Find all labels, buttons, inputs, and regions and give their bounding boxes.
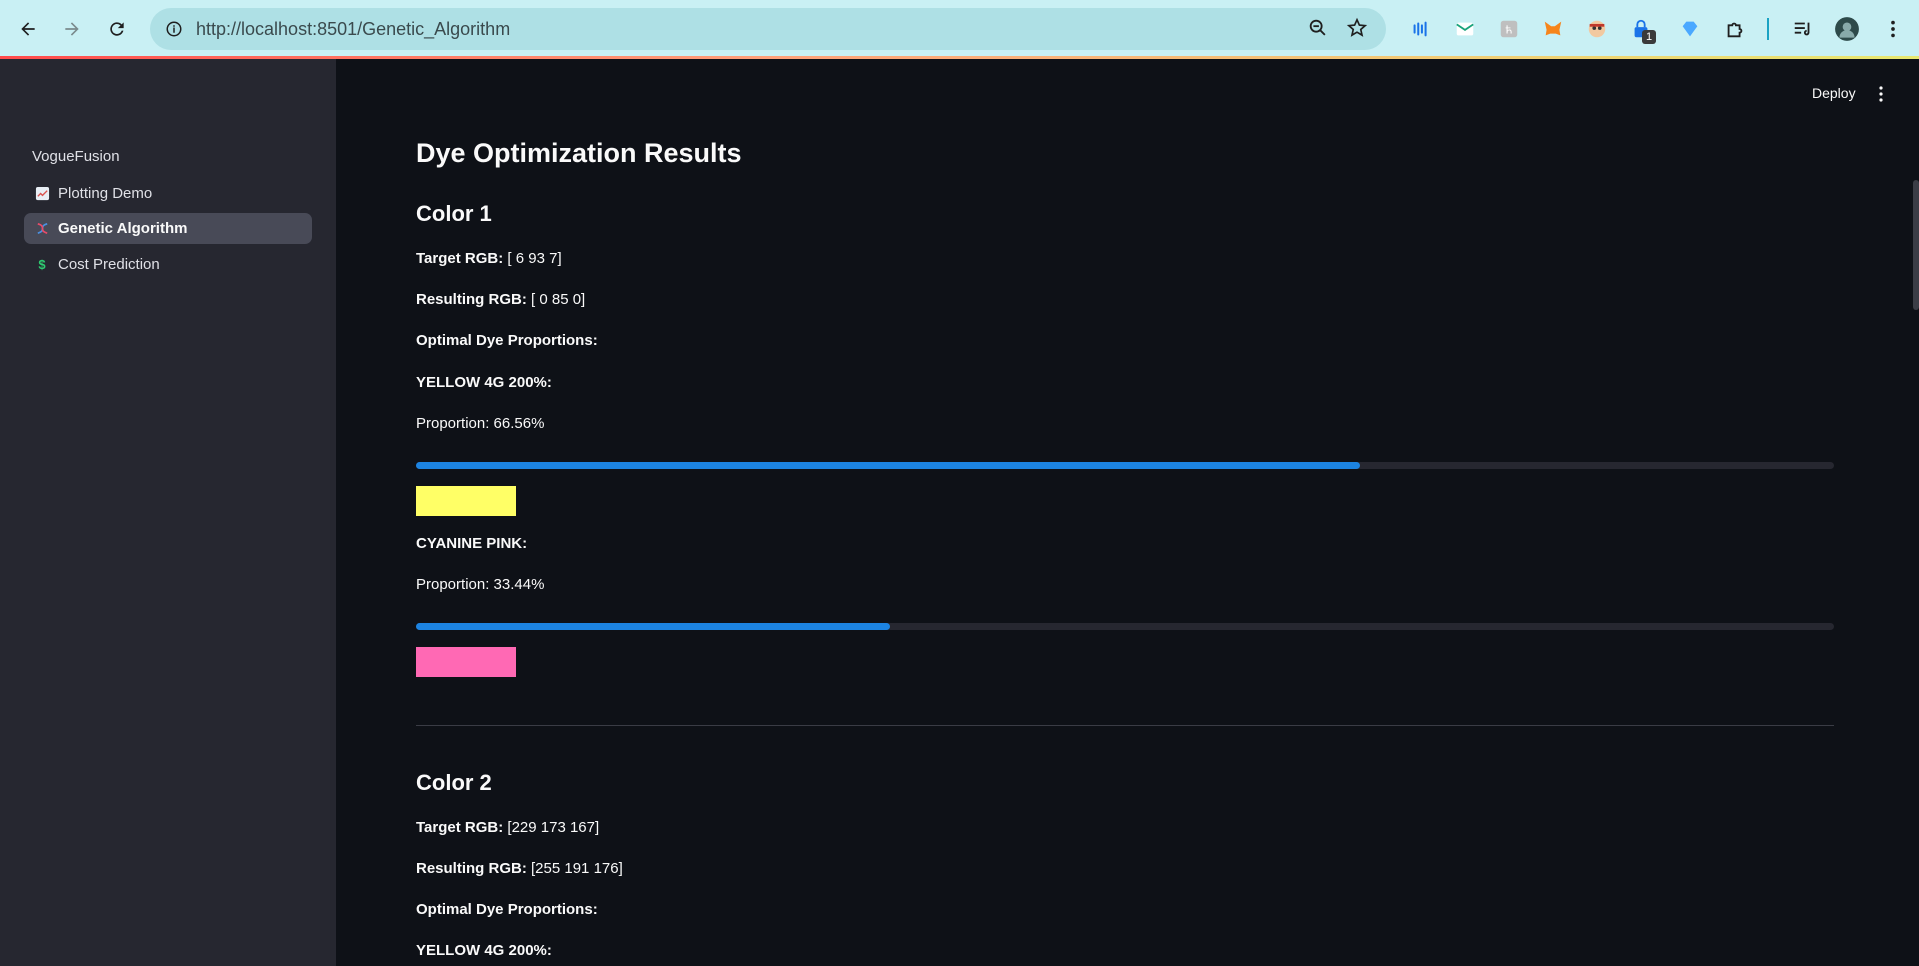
dye-name: CYANINE PINK: — [416, 535, 528, 552]
diamond-extension-icon[interactable] — [1677, 16, 1703, 42]
page-title: Dye Optimization Results — [416, 138, 742, 168]
bookmark-star-icon[interactable] — [1346, 17, 1368, 44]
dna-icon — [34, 221, 50, 237]
sidebar-item-label: Plotting Demo — [58, 185, 153, 202]
dye-color-swatch — [416, 486, 516, 516]
forward-button[interactable] — [55, 12, 89, 46]
deploy-button[interactable]: Deploy — [1812, 85, 1856, 101]
profile-avatar-icon[interactable] — [1834, 16, 1860, 42]
target-rgb-label: Target RGB: — [416, 250, 504, 267]
reload-button[interactable] — [100, 12, 134, 46]
metamask-fox-icon[interactable] — [1540, 16, 1566, 42]
section-divider — [416, 725, 1834, 726]
puzzle-extensions-icon[interactable] — [1722, 16, 1748, 42]
proportion-progress-bar — [416, 623, 1834, 630]
zoom-icon[interactable] — [1307, 17, 1329, 44]
sidebar-item-label: Genetic Algorithm — [58, 220, 188, 237]
sidebar-app-name[interactable]: VogueFusion — [32, 148, 120, 165]
svg-text:ћ: ћ — [1505, 24, 1512, 37]
audio-extension-icon[interactable] — [1408, 16, 1434, 42]
mail-extension-icon[interactable] — [1452, 16, 1478, 42]
dye-name: YELLOW 4G 200%: — [416, 942, 552, 959]
dye-proportion-text: Proportion: 33.44% — [416, 576, 545, 593]
sidebar-item-plotting-demo[interactable]: Plotting Demo — [24, 178, 312, 209]
proportion-progress-bar — [416, 462, 1834, 469]
sidebar-item-cost-prediction[interactable]: $ Cost Prediction — [24, 249, 312, 280]
dollar-icon: $ — [38, 257, 46, 272]
dye-proportions-label: Optimal Dye Proportions: — [416, 901, 598, 918]
reload-icon — [110, 22, 124, 36]
sidebar-item-genetic-algorithm[interactable]: Genetic Algorithm — [24, 213, 312, 244]
target-rgb: Target RGB: [ 6 93 7] — [416, 250, 562, 267]
color-heading: Color 2 — [416, 770, 492, 795]
sidebar: VogueFusion Plotting Demo Genetic Algori… — [0, 59, 336, 966]
scrollbar-thumb[interactable] — [1913, 180, 1919, 310]
main-menu-icon[interactable] — [1874, 84, 1888, 104]
site-info-icon[interactable] — [162, 17, 186, 41]
face-extension-icon[interactable] — [1584, 16, 1610, 42]
dye-proportions-label: Optimal Dye Proportions: — [416, 332, 598, 349]
chrome-menu-icon[interactable] — [1880, 16, 1906, 42]
media-queue-icon[interactable] — [1790, 16, 1816, 42]
resulting-rgb-label: Resulting RGB: — [416, 860, 527, 877]
dye-proportion-text: Proportion: 66.56% — [416, 415, 545, 432]
address-bar[interactable]: http://localhost:8501/Genetic_Algorithm — [150, 8, 1386, 50]
target-rgb-value: [ 6 93 7] — [503, 250, 562, 267]
chart-icon — [34, 186, 50, 202]
translate-extension-icon[interactable]: ћ — [1496, 16, 1522, 42]
resulting-rgb: Resulting RGB: [255 191 176] — [416, 860, 623, 877]
browser-toolbar: http://localhost:8501/Genetic_Algorithm … — [0, 0, 1919, 58]
resulting-rgb-value: [255 191 176] — [526, 860, 623, 877]
extension-badge: 1 — [1642, 30, 1657, 44]
arrow-left-icon — [21, 22, 35, 36]
back-button[interactable] — [11, 12, 45, 46]
target-rgb-label: Target RGB: — [416, 819, 504, 836]
color-heading: Color 1 — [416, 201, 492, 226]
arrow-right-icon — [65, 22, 79, 36]
resulting-rgb-label: Resulting RGB: — [416, 291, 527, 308]
url-text[interactable]: http://localhost:8501/Genetic_Algorithm — [196, 19, 510, 40]
progress-fill — [416, 623, 891, 630]
dye-color-swatch — [416, 647, 516, 677]
dye-name: YELLOW 4G 200%: — [416, 374, 552, 391]
resulting-rgb: Resulting RGB: [ 0 85 0] — [416, 291, 585, 308]
target-rgb-value: [229 173 167] — [503, 819, 600, 836]
target-rgb: Target RGB: [229 173 167] — [416, 819, 599, 836]
toolbar-divider — [1767, 18, 1769, 40]
progress-fill — [416, 462, 1360, 469]
sidebar-item-label: Cost Prediction — [58, 256, 160, 273]
resulting-rgb-value: [ 0 85 0] — [526, 291, 586, 308]
